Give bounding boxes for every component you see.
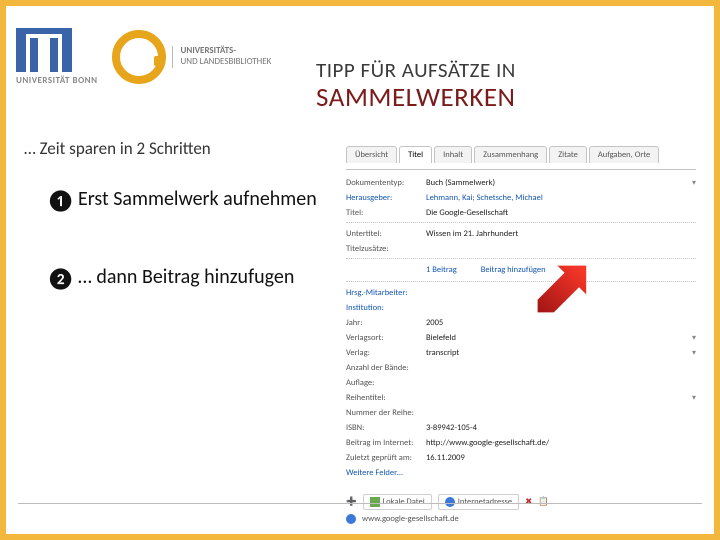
weitere-felder-link[interactable]: Weitere Felder… <box>346 468 403 478</box>
lbl-doctype: Dokumententyp: <box>346 178 426 188</box>
val-jahr[interactable]: 2005 <box>426 318 696 328</box>
lbl-hrsg[interactable]: Herausgeber: <box>346 193 426 203</box>
lbl-inst[interactable]: Institution: <box>346 303 426 313</box>
lbl-utitel: Untertitel: <box>346 229 426 239</box>
attachment-url-row: www.google-gesellschaft.de <box>346 514 696 524</box>
tab-aufgaben[interactable]: Aufgaben, Orte <box>589 146 659 163</box>
attachment-bar: ➕ Lokale Datei Internetadresse ✖ 📋 <box>346 494 696 510</box>
lbl-baende: Anzahl der Bände: <box>346 363 426 373</box>
tab-bar: Übersicht Titel Inhalt Zusammenhang Zita… <box>346 146 696 163</box>
chip-local-file[interactable]: Lokale Datei <box>363 494 432 510</box>
step-1-bullet: ❶ <box>46 186 68 216</box>
val-doctype[interactable]: Buch (Sammelwerk) <box>426 178 696 188</box>
citavi-form: Übersicht Titel Inhalt Zusammenhang Zita… <box>346 146 696 496</box>
uni-bonn-gate-icon <box>16 28 72 72</box>
lbl-nummer: Nummer der Reihe: <box>346 408 426 418</box>
footer-rule <box>18 503 702 504</box>
attachment-url[interactable]: www.google-gesellschaft.de <box>362 514 459 524</box>
chip-web-address[interactable]: Internetadresse <box>438 494 519 510</box>
copy-icon[interactable]: 📋 <box>538 497 549 507</box>
slide: UNIVERSITÄT BONN UNIVERSITÄTS- UND LANDE… <box>0 0 720 540</box>
attach-add-icon[interactable]: ➕ <box>346 497 357 507</box>
ulb-logo-text: UNIVERSITÄTS- UND LANDESBIBLIOTHEK <box>172 46 272 68</box>
val-hrsg[interactable]: Lehmann, Kai; Schetsche, Michael <box>426 193 696 203</box>
form-body: Dokumententyp:Buch (Sammelwerk) Herausge… <box>346 169 696 524</box>
tab-uebersicht[interactable]: Übersicht <box>346 146 397 163</box>
lbl-verlag: Verlag: <box>346 348 426 358</box>
step-2: ❷ … dann Beitrag hinzufugen <box>46 264 326 294</box>
delete-icon[interactable]: ✖ <box>525 497 532 507</box>
uni-bonn-logo-text: UNIVERSITÄT BONN <box>16 75 98 86</box>
step-2-bullet: ❷ <box>46 264 68 294</box>
tab-inhalt[interactable]: Inhalt <box>434 146 472 163</box>
lbl-isbn: ISBN: <box>346 423 426 433</box>
step-1-text: Erst Sammelwerk aufnehmen <box>78 186 317 213</box>
val-isbn[interactable]: 3-89942-105-4 <box>426 423 696 433</box>
lbl-titelzus: Titelzusätze: <box>346 244 426 254</box>
val-reihe[interactable] <box>426 393 696 403</box>
beitraege-count[interactable]: 1 Beitrag <box>426 265 457 275</box>
val-verlag[interactable]: transcript <box>426 348 696 358</box>
ulb-logo-line2: UND LANDESBIBLIOTHEK <box>181 57 272 68</box>
divider <box>346 281 696 282</box>
divider <box>346 258 696 259</box>
val-utitel[interactable]: Wissen im 21. Jahrhundert <box>426 229 696 239</box>
val-titel[interactable]: Die Google-Gesellschaft <box>426 208 696 218</box>
slide-title-big: SAMMELWERKEN <box>316 82 516 113</box>
slide-title-small: TIPP FÜR AUFSÄTZE IN <box>316 58 516 82</box>
divider <box>346 222 696 223</box>
universitaet-bonn-logo: UNIVERSITÄT BONN <box>16 28 98 86</box>
step-2-text: … dann Beitrag hinzufugen <box>78 264 294 291</box>
ulb-logo: UNIVERSITÄTS- UND LANDESBIBLIOTHEK <box>112 30 272 84</box>
logo-block: UNIVERSITÄT BONN UNIVERSITÄTS- UND LANDE… <box>16 16 296 98</box>
lbl-titel: Titel: <box>346 208 426 218</box>
chip-local-file-label: Lokale Datei <box>383 497 425 507</box>
tab-titel[interactable]: Titel <box>399 146 432 163</box>
val-zuletzt[interactable]: 16.11.2009 <box>426 453 696 463</box>
lbl-reihe: Reihentitel: <box>346 393 426 403</box>
tab-zusammenhang[interactable]: Zusammenhang <box>474 146 547 163</box>
file-icon <box>370 497 380 507</box>
lbl-netbeitrag: Beitrag im Internet: <box>346 438 426 448</box>
beitraege-bar: 1 Beitrag Beitrag hinzufügen <box>426 265 696 275</box>
slide-title: TIPP FÜR AUFSÄTZE IN SAMMELWERKEN <box>316 58 516 113</box>
beitrag-hinzufuegen-link[interactable]: Beitrag hinzufügen <box>481 265 546 275</box>
chip-web-address-label: Internetadresse <box>458 497 512 507</box>
lbl-ort: Verlagsort: <box>346 333 426 343</box>
lbl-zuletzt: Zuletzt geprüft am: <box>346 453 426 463</box>
globe-icon <box>445 497 455 507</box>
lbl-jahr: Jahr: <box>346 318 426 328</box>
lbl-auflage: Auflage: <box>346 378 426 388</box>
slide-subhead: … Zeit sparen in 2 Schritten <box>24 138 211 159</box>
ulb-ring-icon <box>112 30 166 84</box>
globe-icon <box>346 514 356 524</box>
lbl-hrsgmit[interactable]: Hrsg.-Mitarbeiter: <box>346 288 426 298</box>
val-ort[interactable]: Bielefeld <box>426 333 696 343</box>
tab-zitate[interactable]: Zitate <box>549 146 587 163</box>
step-1: ❶ Erst Sammelwerk aufnehmen <box>46 186 326 216</box>
val-netbeitrag[interactable]: http://www.google-gesellschaft.de/ <box>426 438 696 448</box>
